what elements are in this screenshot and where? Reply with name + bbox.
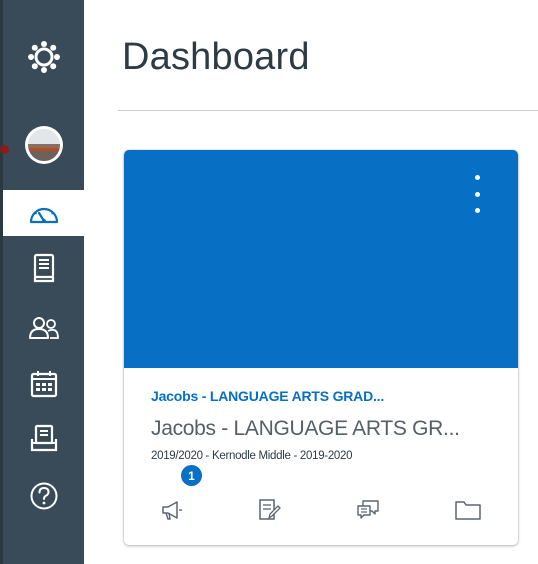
files-button[interactable]: [454, 498, 481, 522]
groups-icon: [28, 317, 59, 339]
global-navigation: [0, 0, 84, 564]
account-avatar: [24, 126, 63, 164]
nav-calendar[interactable]: [3, 362, 84, 406]
nav-dashboard[interactable]: [3, 190, 84, 236]
assignments-icon: [259, 499, 281, 520]
announcements-button[interactable]: [160, 498, 184, 522]
course-card-header[interactable]: [124, 150, 518, 368]
title-divider: [118, 110, 538, 111]
card-options-icon[interactable]: [467, 175, 487, 213]
discussions-icon: [357, 500, 379, 519]
course-card-term: 2019/2020 - Kernodle Middle - 2019-2020: [151, 450, 353, 462]
nav-inbox[interactable]: [3, 416, 84, 460]
discussions-button[interactable]: [356, 498, 380, 522]
page-title: Dashboard: [122, 36, 310, 78]
assignments-button[interactable]: [257, 498, 281, 522]
files-icon: [455, 501, 481, 520]
announcements-icon: [162, 501, 182, 520]
canvas-logo-icon: [27, 41, 60, 73]
courses-icon: [33, 253, 54, 283]
dashboard-icon: [29, 207, 58, 224]
announcements-badge: 1: [181, 465, 202, 486]
course-card-link-title[interactable]: Jacobs - LANGUAGE ARTS GRAD...: [151, 388, 384, 404]
nav-groups[interactable]: [3, 306, 84, 350]
inbox-icon: [30, 424, 57, 452]
help-icon: [30, 482, 57, 510]
nav-account[interactable]: [3, 120, 84, 170]
course-card[interactable]: Jacobs - LANGUAGE ARTS GRAD... Jacobs - …: [124, 150, 518, 545]
nav-pointer: [0, 145, 9, 154]
course-card-subtitle: Jacobs - LANGUAGE ARTS GR...: [151, 417, 460, 440]
nav-help[interactable]: [3, 474, 84, 518]
nav-courses[interactable]: [3, 246, 84, 290]
calendar-icon: [30, 371, 57, 398]
canvas-logo-link[interactable]: [3, 30, 84, 84]
